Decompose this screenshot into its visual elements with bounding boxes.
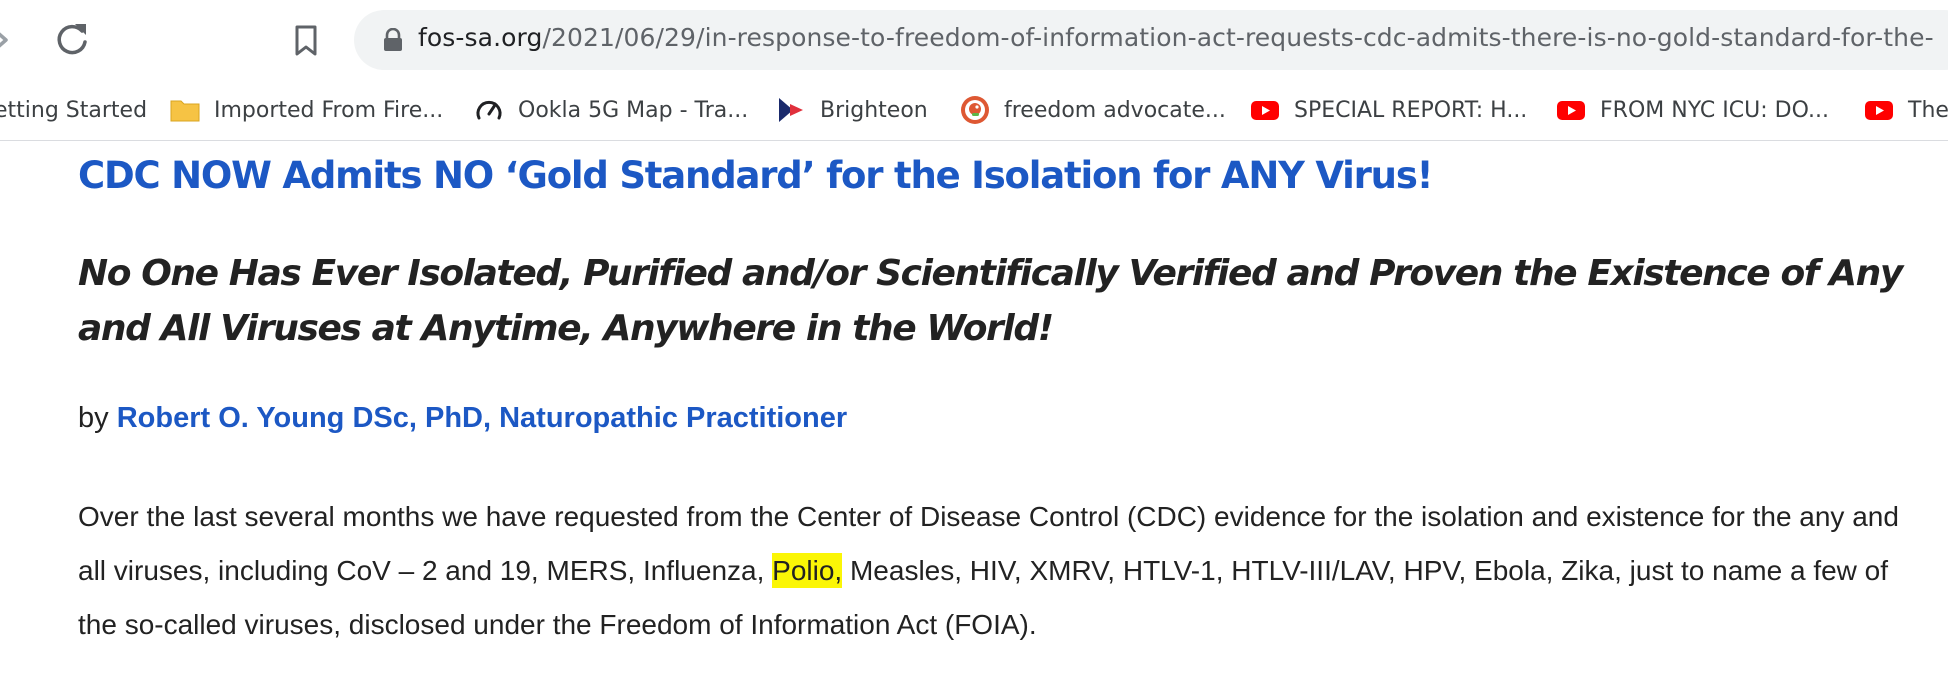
folder-icon [170,100,200,122]
bookmark-imported-from-firefox[interactable]: Imported From Fire... [170,80,443,140]
duckduckgo-icon [961,96,989,124]
bookmark-label: Brighteon [820,97,928,123]
bookmark-label: SPECIAL REPORT: H... [1294,97,1528,123]
browser-toolbar: fos-sa.org/2021/06/29/in-response-to-fre… [0,0,1948,80]
bookmark-ookla-5g-map[interactable]: Ookla 5G Map - Tra... [474,80,748,140]
youtube-icon [1865,101,1893,120]
bookmark-label: Imported From Fire... [214,97,444,123]
youtube-icon [1557,101,1585,120]
article-subheadline: No One Has Ever Isolated, Purified and/o… [78,253,1903,349]
address-bar[interactable]: fos-sa.org/2021/06/29/in-response-to-fre… [354,10,1948,70]
forward-icon[interactable] [0,18,22,62]
bookmark-label: The [1908,97,1948,123]
bookmark-the[interactable]: The [1864,80,1948,140]
bookmark-brighteon[interactable]: Brighteon [776,80,928,140]
byline-prefix: by [78,402,109,434]
bookmark-getting-started[interactable]: etting Started [0,80,147,140]
bookmark-label: FROM NYC ICU: DO... [1600,97,1829,123]
url-path: /2021/06/29/in-response-to-freedom-of-in… [542,23,1934,52]
bookmark-label: Ookla 5G Map - Tra... [518,97,749,123]
bookmark-label: freedom advocate... [1004,97,1226,123]
bookmark-icon[interactable] [286,20,326,60]
article-body-paragraph: Over the last several months we have req… [78,490,1928,652]
byline: by Robert O. Young DSc, PhD, Naturopathi… [78,402,847,435]
bookmark-label: etting Started [0,97,148,123]
lock-icon[interactable] [382,28,404,52]
article-headline[interactable]: CDC NOW Admits NO ‘Gold Standard’ for th… [78,154,1434,197]
author-link[interactable]: Robert O. Young DSc, PhD, Naturopathic P… [117,402,847,434]
bookmark-from-nyc-icu[interactable]: FROM NYC ICU: DO... [1556,80,1829,140]
bookmarks-bar: etting Started Imported From Fire... Ook… [0,80,1948,141]
url-text[interactable]: fos-sa.org/2021/06/29/in-response-to-fre… [418,23,1934,52]
speedometer-icon [476,100,502,120]
youtube-icon [1251,101,1279,120]
url-domain: fos-sa.org [418,23,543,52]
brighteon-icon [779,98,803,122]
reload-icon[interactable] [50,18,94,62]
bookmark-special-report[interactable]: SPECIAL REPORT: H... [1250,80,1527,140]
highlighted-text: Polio, [772,553,843,588]
bookmark-freedom-advocate[interactable]: freedom advocate... [960,80,1226,140]
